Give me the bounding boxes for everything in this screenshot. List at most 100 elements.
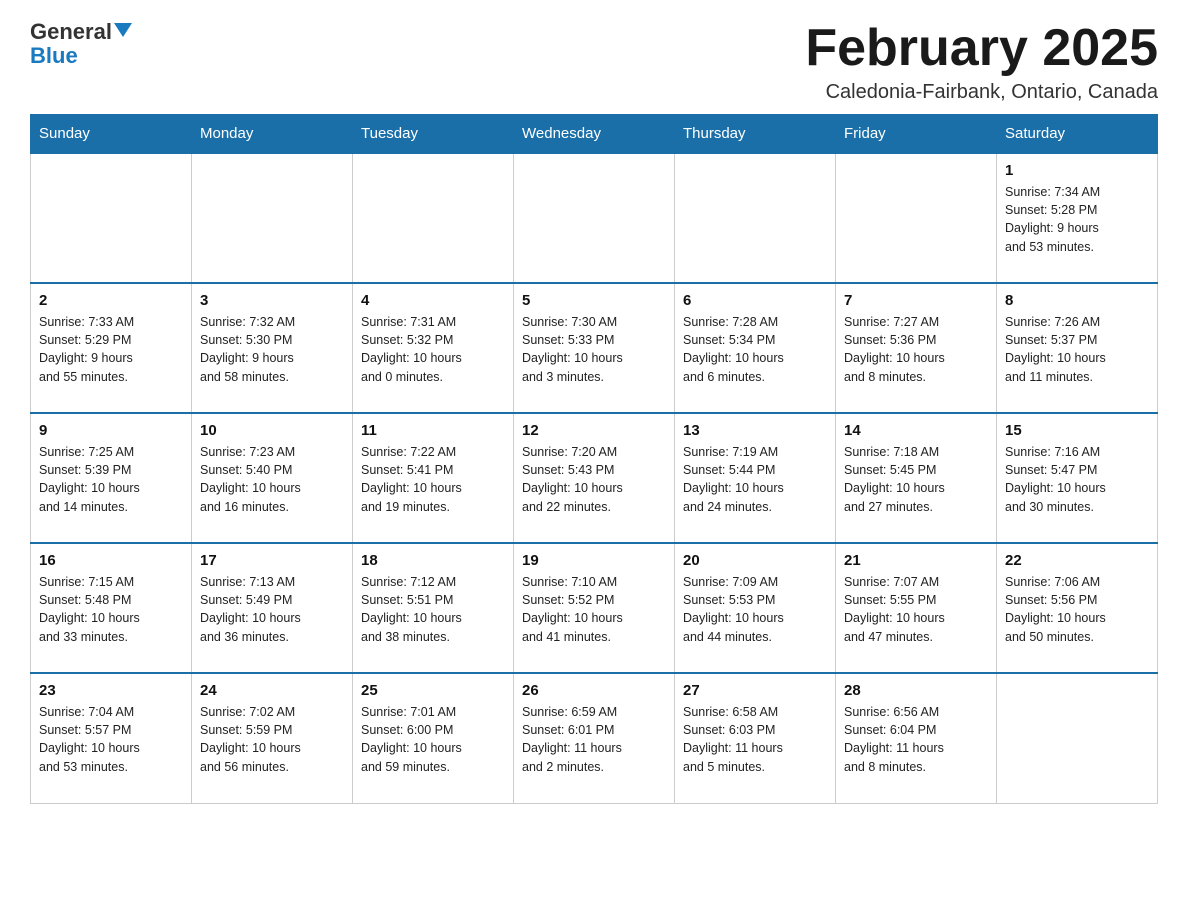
- calendar-cell: 24 Sunrise: 7:02 AMSunset: 5:59 PMDayligh…: [192, 673, 353, 803]
- calendar-cell: 22 Sunrise: 7:06 AMSunset: 5:56 PMDayligh…: [997, 543, 1158, 673]
- day-number: 8: [1005, 292, 1149, 309]
- title-section: February 2025 Caledonia-Fairbank, Ontari…: [805, 20, 1158, 104]
- day-info: Sunrise: 7:33 AMSunset: 5:29 PMDaylight:…: [39, 313, 183, 386]
- calendar-header: SundayMondayTuesdayWednesdayThursdayFrid…: [31, 115, 1158, 154]
- day-number: 11: [361, 422, 505, 439]
- day-number: 3: [200, 292, 344, 309]
- day-info: Sunrise: 7:16 AMSunset: 5:47 PMDaylight:…: [1005, 443, 1149, 516]
- page-header: General Blue February 2025 Caledonia-Fai…: [30, 20, 1158, 104]
- calendar-cell: [836, 153, 997, 283]
- day-info: Sunrise: 7:23 AMSunset: 5:40 PMDaylight:…: [200, 443, 344, 516]
- day-info: Sunrise: 7:26 AMSunset: 5:37 PMDaylight:…: [1005, 313, 1149, 386]
- day-number: 20: [683, 552, 827, 569]
- day-number: 15: [1005, 422, 1149, 439]
- calendar-cell: 6 Sunrise: 7:28 AMSunset: 5:34 PMDaylight…: [675, 283, 836, 413]
- calendar-cell: 8 Sunrise: 7:26 AMSunset: 5:37 PMDaylight…: [997, 283, 1158, 413]
- day-info: Sunrise: 6:56 AMSunset: 6:04 PMDaylight:…: [844, 703, 988, 776]
- calendar-cell: 5 Sunrise: 7:30 AMSunset: 5:33 PMDaylight…: [514, 283, 675, 413]
- day-of-week-tuesday: Tuesday: [353, 115, 514, 154]
- day-number: 13: [683, 422, 827, 439]
- day-number: 4: [361, 292, 505, 309]
- day-number: 24: [200, 682, 344, 699]
- day-number: 17: [200, 552, 344, 569]
- calendar-cell: [514, 153, 675, 283]
- logo: General Blue: [30, 20, 132, 68]
- calendar-cell: [675, 153, 836, 283]
- day-number: 9: [39, 422, 183, 439]
- calendar-cell: 16Sunrise: 7:15 AMSunset: 5:48 PMDayligh…: [31, 543, 192, 673]
- day-number: 1: [1005, 162, 1149, 179]
- calendar-cell: [192, 153, 353, 283]
- location-text: Caledonia-Fairbank, Ontario, Canada: [805, 81, 1158, 104]
- day-number: 14: [844, 422, 988, 439]
- day-number: 10: [200, 422, 344, 439]
- week-row-2: 2 Sunrise: 7:33 AMSunset: 5:29 PMDaylight…: [31, 283, 1158, 413]
- week-row-4: 16Sunrise: 7:15 AMSunset: 5:48 PMDayligh…: [31, 543, 1158, 673]
- days-of-week-row: SundayMondayTuesdayWednesdayThursdayFrid…: [31, 115, 1158, 154]
- calendar-cell: 17 Sunrise: 7:13 AMSunset: 5:49 PMDayligh…: [192, 543, 353, 673]
- calendar-cell: 12Sunrise: 7:20 AMSunset: 5:43 PMDayligh…: [514, 413, 675, 543]
- day-number: 6: [683, 292, 827, 309]
- day-info: Sunrise: 7:31 AMSunset: 5:32 PMDaylight:…: [361, 313, 505, 386]
- calendar-body: 1 Sunrise: 7:34 AMSunset: 5:28 PMDaylight…: [31, 153, 1158, 803]
- logo-blue-text: Blue: [30, 44, 78, 68]
- day-info: Sunrise: 7:34 AMSunset: 5:28 PMDaylight:…: [1005, 183, 1149, 256]
- calendar-cell: 3Sunrise: 7:32 AMSunset: 5:30 PMDaylight…: [192, 283, 353, 413]
- calendar-cell: 13 Sunrise: 7:19 AMSunset: 5:44 PMDayligh…: [675, 413, 836, 543]
- day-info: Sunrise: 7:28 AMSunset: 5:34 PMDaylight:…: [683, 313, 827, 386]
- day-number: 21: [844, 552, 988, 569]
- calendar-cell: 20Sunrise: 7:09 AMSunset: 5:53 PMDayligh…: [675, 543, 836, 673]
- day-info: Sunrise: 7:13 AMSunset: 5:49 PMDaylight:…: [200, 573, 344, 646]
- day-info: Sunrise: 7:07 AMSunset: 5:55 PMDaylight:…: [844, 573, 988, 646]
- day-info: Sunrise: 7:06 AMSunset: 5:56 PMDaylight:…: [1005, 573, 1149, 646]
- calendar-cell: 10 Sunrise: 7:23 AMSunset: 5:40 PMDayligh…: [192, 413, 353, 543]
- day-info: Sunrise: 6:58 AMSunset: 6:03 PMDaylight:…: [683, 703, 827, 776]
- calendar-cell: 26Sunrise: 6:59 AMSunset: 6:01 PMDayligh…: [514, 673, 675, 803]
- calendar-cell: 4 Sunrise: 7:31 AMSunset: 5:32 PMDaylight…: [353, 283, 514, 413]
- day-of-week-thursday: Thursday: [675, 115, 836, 154]
- day-info: Sunrise: 7:30 AMSunset: 5:33 PMDaylight:…: [522, 313, 666, 386]
- day-number: 22: [1005, 552, 1149, 569]
- calendar-cell: 14 Sunrise: 7:18 AMSunset: 5:45 PMDayligh…: [836, 413, 997, 543]
- calendar-cell: [997, 673, 1158, 803]
- day-number: 18: [361, 552, 505, 569]
- logo-general-text: General: [30, 20, 112, 44]
- day-info: Sunrise: 7:18 AMSunset: 5:45 PMDaylight:…: [844, 443, 988, 516]
- calendar-cell: 28 Sunrise: 6:56 AMSunset: 6:04 PMDayligh…: [836, 673, 997, 803]
- day-number: 28: [844, 682, 988, 699]
- calendar-cell: 23 Sunrise: 7:04 AMSunset: 5:57 PMDayligh…: [31, 673, 192, 803]
- calendar-cell: 1 Sunrise: 7:34 AMSunset: 5:28 PMDaylight…: [997, 153, 1158, 283]
- month-title: February 2025: [805, 20, 1158, 77]
- calendar-cell: [353, 153, 514, 283]
- day-of-week-saturday: Saturday: [997, 115, 1158, 154]
- calendar-cell: 21 Sunrise: 7:07 AMSunset: 5:55 PMDayligh…: [836, 543, 997, 673]
- day-info: Sunrise: 7:22 AMSunset: 5:41 PMDaylight:…: [361, 443, 505, 516]
- day-info: Sunrise: 7:01 AMSunset: 6:00 PMDaylight:…: [361, 703, 505, 776]
- day-number: 19: [522, 552, 666, 569]
- day-info: Sunrise: 7:02 AMSunset: 5:59 PMDaylight:…: [200, 703, 344, 776]
- day-info: Sunrise: 7:12 AMSunset: 5:51 PMDaylight:…: [361, 573, 505, 646]
- calendar-cell: [31, 153, 192, 283]
- day-info: Sunrise: 7:04 AMSunset: 5:57 PMDaylight:…: [39, 703, 183, 776]
- day-info: Sunrise: 7:19 AMSunset: 5:44 PMDaylight:…: [683, 443, 827, 516]
- day-info: Sunrise: 7:10 AMSunset: 5:52 PMDaylight:…: [522, 573, 666, 646]
- calendar-cell: 25Sunrise: 7:01 AMSunset: 6:00 PMDayligh…: [353, 673, 514, 803]
- day-info: Sunrise: 7:27 AMSunset: 5:36 PMDaylight:…: [844, 313, 988, 386]
- calendar-table: SundayMondayTuesdayWednesdayThursdayFrid…: [30, 114, 1158, 804]
- day-of-week-wednesday: Wednesday: [514, 115, 675, 154]
- day-number: 2: [39, 292, 183, 309]
- calendar-cell: 11 Sunrise: 7:22 AMSunset: 5:41 PMDayligh…: [353, 413, 514, 543]
- week-row-5: 23 Sunrise: 7:04 AMSunset: 5:57 PMDayligh…: [31, 673, 1158, 803]
- calendar-cell: 7Sunrise: 7:27 AMSunset: 5:36 PMDaylight…: [836, 283, 997, 413]
- day-number: 27: [683, 682, 827, 699]
- calendar-cell: 15 Sunrise: 7:16 AMSunset: 5:47 PMDayligh…: [997, 413, 1158, 543]
- day-number: 5: [522, 292, 666, 309]
- week-row-1: 1 Sunrise: 7:34 AMSunset: 5:28 PMDaylight…: [31, 153, 1158, 283]
- day-number: 12: [522, 422, 666, 439]
- week-row-3: 9Sunrise: 7:25 AMSunset: 5:39 PMDaylight…: [31, 413, 1158, 543]
- calendar-cell: 18 Sunrise: 7:12 AMSunset: 5:51 PMDayligh…: [353, 543, 514, 673]
- logo-triangle-icon: [114, 23, 132, 37]
- calendar-cell: 9Sunrise: 7:25 AMSunset: 5:39 PMDaylight…: [31, 413, 192, 543]
- day-info: Sunrise: 6:59 AMSunset: 6:01 PMDaylight:…: [522, 703, 666, 776]
- day-number: 23: [39, 682, 183, 699]
